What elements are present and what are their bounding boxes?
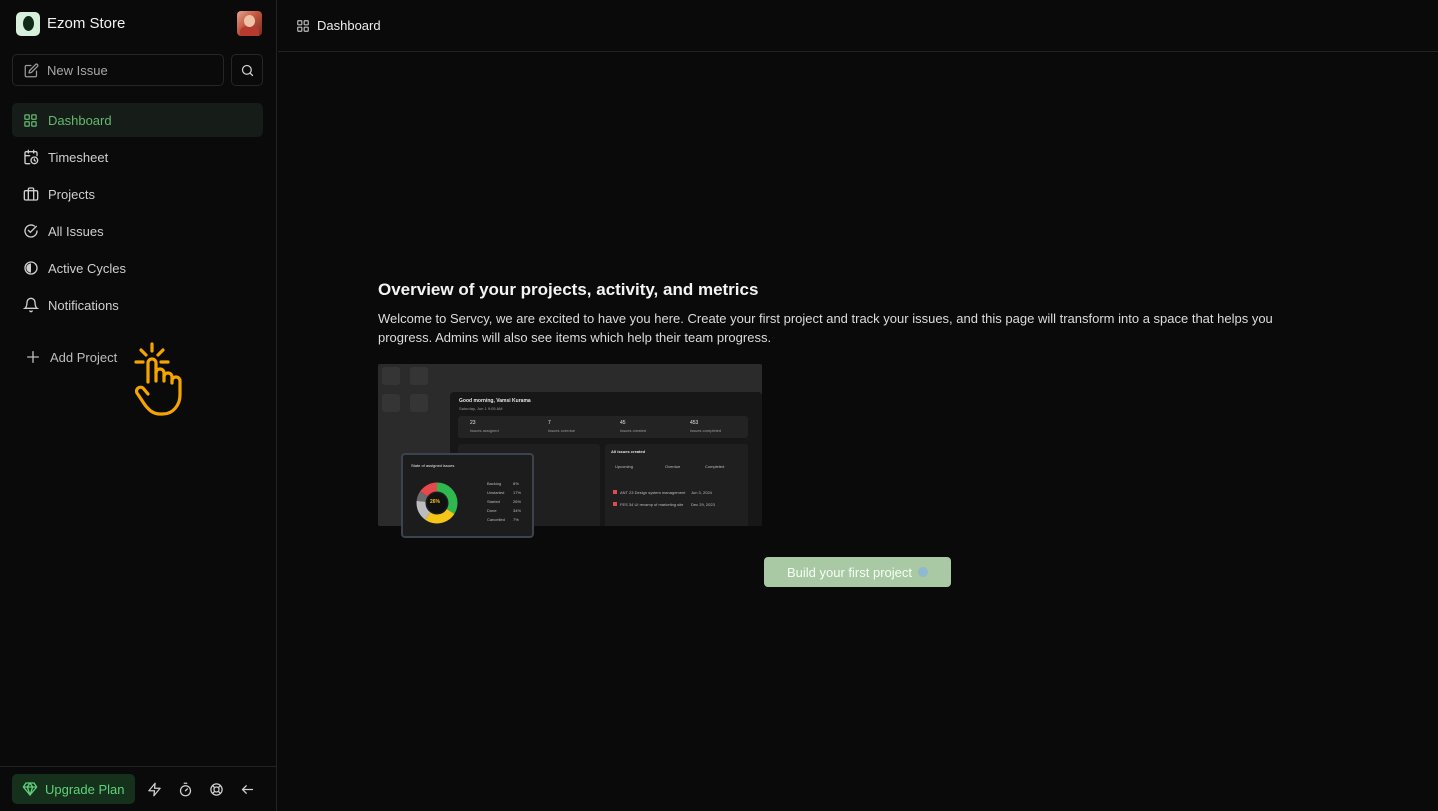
pointing-hand-icon: [134, 342, 182, 416]
sidebar-item-all-issues[interactable]: All Issues: [12, 214, 263, 248]
grid-icon: [296, 19, 310, 33]
calendar-clock-icon: [22, 149, 39, 166]
diamond-icon: [22, 781, 38, 797]
briefcase-icon: [22, 186, 39, 203]
cta-label: Build your first project: [787, 564, 912, 580]
sidebar-item-timesheet[interactable]: Timesheet: [12, 140, 263, 174]
sparkle-icon: [918, 567, 928, 577]
add-project-label: Add Project: [50, 349, 118, 365]
empty-state-heading: Overview of your projects, activity, and…: [378, 280, 759, 299]
preview-stat: 45 Issues created: [620, 420, 647, 433]
sidebar-item-active-cycles[interactable]: Active Cycles: [12, 251, 263, 285]
grid-icon: [22, 112, 39, 129]
preview-stat: 453 Issues completed: [690, 420, 722, 433]
preview-legend-item: Cancelled: [487, 517, 505, 522]
workspace-header[interactable]: Ezom Store: [16, 11, 262, 36]
add-project-button[interactable]: Add Project: [24, 346, 117, 368]
topbar: Dashboard: [278, 0, 1438, 52]
preview-grid-decoration: [382, 367, 428, 412]
preview-right-panel: All issues created Upcoming Overdue Comp…: [605, 444, 748, 526]
sidebar-footer: Upgrade Plan: [0, 766, 277, 811]
preview-row-title: UI revamp of marketing site: [634, 502, 684, 507]
pencil-square-icon: [24, 63, 39, 77]
preview-stats: 23 Issues assigned 7 Issues overdue 45 Issu…: [458, 416, 748, 438]
sidebar-item-dashboard[interactable]: Dashboard: [12, 103, 263, 137]
help-lifebuoy-icon[interactable]: [206, 778, 228, 800]
check-circle-icon: [22, 223, 39, 240]
sidebar-item-label: Active Cycles: [48, 260, 127, 276]
preview-donut-title: State of assigned issues: [411, 463, 455, 468]
preview-legend-value: 34%: [513, 508, 522, 513]
search-icon: [241, 64, 253, 76]
preview-row-title: Design system management: [634, 490, 686, 495]
preview-legend-value: 8%: [513, 481, 519, 486]
upgrade-plan-button[interactable]: Upgrade Plan: [12, 774, 135, 804]
sidebar-item-label: Timesheet: [48, 149, 109, 165]
preview-donut-card: State of assigned issues 26% Backlog 8% …: [401, 453, 534, 538]
preview-date: Saturday, Jun 1 9:05 AM: [459, 406, 503, 411]
preview-row-id: FES 34: [620, 502, 634, 507]
lightning-icon[interactable]: [144, 778, 166, 800]
sidebar-item-label: Projects: [48, 186, 95, 202]
preview-tab: Upcoming: [615, 464, 634, 469]
preview-right-title: All issues created: [611, 449, 646, 454]
preview-row-id: ANT 23: [620, 490, 634, 495]
sidebar-item-projects[interactable]: Projects: [12, 177, 263, 211]
sidebar-item-label: Notifications: [48, 297, 119, 313]
contrast-icon: [22, 260, 39, 277]
preview-tab: Completed: [705, 464, 725, 469]
preview-greeting: Good morning, Vamsi Kurama: [459, 398, 531, 404]
preview-stat: 23 Issues assigned: [470, 420, 499, 433]
preview-stat: 7 Issues overdue: [548, 420, 576, 433]
empty-state: Overview of your projects, activity, and…: [378, 280, 1318, 347]
preview-legend-item: Unstarted: [487, 490, 505, 495]
sidebar-item-notifications[interactable]: Notifications: [12, 288, 263, 322]
sidebar: Ezom Store New Issue Dashboard Timesheet…: [0, 0, 277, 811]
page-title: Dashboard: [317, 18, 381, 33]
preview-legend-value: 26%: [513, 499, 522, 504]
search-button[interactable]: [231, 54, 263, 86]
workspace-name: Ezom Store: [47, 15, 126, 32]
empty-state-description: Welcome to Servcy, we are excited to hav…: [378, 311, 1273, 345]
preview-legend-item: Done: [487, 508, 497, 513]
sidebar-item-label: Dashboard: [48, 112, 112, 128]
bell-icon: [22, 297, 39, 314]
plus-icon: [24, 349, 41, 366]
preview-legend-item: Backlog: [487, 481, 502, 486]
build-first-project-button[interactable]: Build your first project: [764, 557, 951, 587]
collapse-arrow-icon[interactable]: [237, 778, 259, 800]
new-issue-button[interactable]: New Issue: [12, 54, 224, 86]
preview-tab: Overdue: [665, 464, 681, 469]
new-issue-label: New Issue: [47, 62, 108, 78]
user-avatar[interactable]: [237, 11, 262, 36]
workspace-logo: [16, 11, 40, 36]
stopwatch-icon[interactable]: [175, 778, 197, 800]
preview-legend-item: Started: [487, 499, 500, 504]
preview-row-date: Dec 29, 2023: [691, 502, 715, 507]
preview-donut-center: 26%: [430, 499, 441, 505]
sidebar-item-label: All Issues: [48, 223, 104, 239]
preview-legend-value: 17%: [513, 490, 522, 495]
preview-legend-value: 7%: [513, 517, 519, 522]
upgrade-plan-label: Upgrade Plan: [45, 781, 125, 797]
preview-row-date: Jun 3, 2024: [691, 490, 712, 495]
sidebar-nav: Dashboard Timesheet Projects All Issues …: [12, 103, 263, 325]
